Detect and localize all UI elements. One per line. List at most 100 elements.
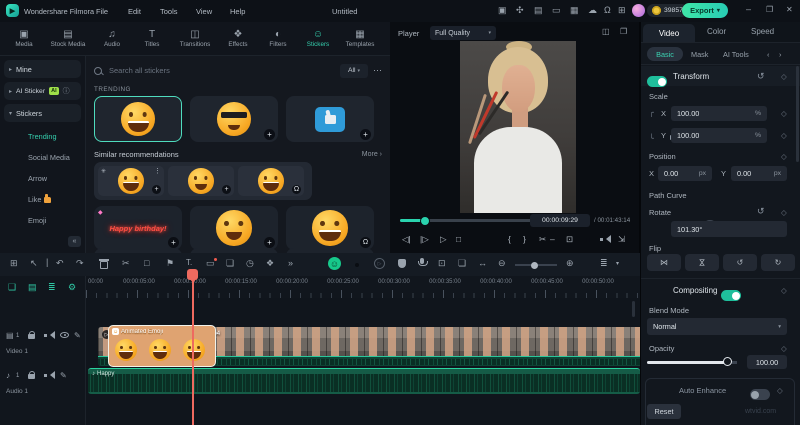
sticker-laugh-variant[interactable]: ✳ ⋮ + xyxy=(98,166,164,196)
clipboard-icon[interactable]: ❏ xyxy=(458,259,466,268)
auto-enhance-keyframe-icon[interactable]: ◇ xyxy=(777,386,783,395)
subtab-next-icon[interactable]: › xyxy=(779,50,781,59)
add-text-track-icon[interactable]: ▤ xyxy=(28,282,37,293)
position-x-input[interactable]: 0.00 px xyxy=(658,166,712,181)
plugin-icon[interactable]: ✣ xyxy=(516,6,524,15)
hide-track-icon[interactable] xyxy=(60,332,69,338)
sticker-thumbs-up[interactable]: + xyxy=(286,96,374,142)
sidebar-group-stickers[interactable]: ▾ Stickers xyxy=(4,104,81,122)
reset-button[interactable]: Reset xyxy=(647,404,681,419)
mark-in-button[interactable]: { xyxy=(508,234,511,244)
avatar[interactable] xyxy=(632,4,645,17)
voice-icon[interactable]: Ω xyxy=(360,237,371,248)
track-settings-icon[interactable]: ⚙ xyxy=(68,282,76,293)
sticker-smile-large[interactable]: + xyxy=(190,206,278,250)
sticker-happy-birthday[interactable]: ◆ Happy birthday! + xyxy=(94,206,182,250)
sidebar-item-arrow[interactable]: Arrow xyxy=(0,168,85,189)
stop-button[interactable]: □ xyxy=(456,234,461,244)
add-sticker-icon[interactable]: + xyxy=(222,185,231,194)
transform-toggle[interactable] xyxy=(647,76,667,87)
close-button[interactable]: ✕ xyxy=(786,6,793,14)
video-preview[interactable] xyxy=(460,41,576,213)
more-tools-icon[interactable]: » xyxy=(288,259,293,268)
tab-stickers[interactable]: ☺ Stickers xyxy=(298,29,338,48)
scale-x-keyframe-icon[interactable]: ◇ xyxy=(781,109,787,118)
track-height-icon[interactable]: ≣ xyxy=(600,259,608,268)
preview-render-icon[interactable]: ▷ xyxy=(374,258,385,269)
manage-tracks-icon[interactable]: ≣ xyxy=(48,282,56,293)
add-sticker-icon[interactable]: + xyxy=(168,237,179,248)
speed-ramp-icon[interactable]: ▭ xyxy=(206,258,216,268)
delete-icon[interactable] xyxy=(99,259,109,269)
compare-view-icon[interactable]: ◫ xyxy=(602,28,610,36)
sticker-smile[interactable]: + xyxy=(168,166,234,196)
subtab-ai-tools[interactable]: AI Tools xyxy=(723,50,749,59)
tab-audio[interactable]: ♫ Audio xyxy=(92,29,132,48)
export-button[interactable]: Export ▾ xyxy=(682,3,728,18)
add-sticker-icon[interactable]: + xyxy=(360,129,371,140)
screen-record-icon[interactable]: ⊡ xyxy=(438,259,446,268)
tab-media[interactable]: ▣ Media xyxy=(4,29,44,48)
add-sticker-icon[interactable]: + xyxy=(152,185,161,194)
transform-reset-icon[interactable]: ↺ xyxy=(757,71,765,82)
gift-icon[interactable]: ▣ xyxy=(498,6,507,15)
next-frame-button[interactable]: |▷ xyxy=(420,234,429,245)
properties-scrollbar[interactable] xyxy=(796,66,799,162)
undo-icon[interactable]: ↶ xyxy=(56,259,64,268)
mute-track-icon[interactable] xyxy=(44,331,55,339)
mute-track-icon[interactable] xyxy=(44,371,55,379)
rotate-ccw-button[interactable]: ↺ xyxy=(723,254,757,271)
voiceover-icon[interactable] xyxy=(417,258,428,266)
sidebar-group-mine[interactable]: ▸ Mine xyxy=(4,60,81,78)
minimize-button[interactable]: – xyxy=(746,5,751,14)
scale-y-input[interactable]: 100.00% xyxy=(671,128,767,143)
auto-enhance-toggle[interactable] xyxy=(749,389,770,400)
quick-text-icon[interactable]: T. xyxy=(186,259,192,267)
support-icon[interactable]: Ω xyxy=(604,6,611,15)
mark-out-button[interactable]: } xyxy=(523,234,526,244)
range-marker-icon[interactable]: ↔ xyxy=(478,259,487,268)
select-tool-icon[interactable]: ↖ xyxy=(30,259,38,268)
previous-frame-button[interactable]: ◁| xyxy=(402,234,411,245)
zoom-out-icon[interactable]: ⊖ xyxy=(498,259,506,268)
track-edit-icon[interactable]: ✎ xyxy=(74,331,81,340)
add-media-track-icon[interactable]: ❑ xyxy=(8,282,16,293)
play-button[interactable]: ▷ xyxy=(440,234,447,245)
compositing-keyframe-icon[interactable]: ◇ xyxy=(781,286,787,295)
redo-icon[interactable]: ↷ xyxy=(76,259,84,268)
cloud-icon[interactable]: ☁ xyxy=(588,6,597,15)
chevron-down-icon[interactable]: ▾ xyxy=(616,261,619,267)
opacity-keyframe-icon[interactable]: ◇ xyxy=(781,344,787,353)
opacity-input[interactable]: 100.00 xyxy=(747,355,787,369)
more-options-icon[interactable]: ⋯ xyxy=(373,66,382,75)
restore-button[interactable]: ❐ xyxy=(766,6,773,14)
render-preview-icon[interactable]: ⊡ xyxy=(566,234,573,245)
timeline-zoom-knob[interactable] xyxy=(531,261,538,269)
compositing-toggle[interactable] xyxy=(721,290,742,301)
rotate-cw-button[interactable]: ↻ xyxy=(761,254,795,271)
position-y-input[interactable]: 0.00 px xyxy=(731,166,787,181)
split-icon[interactable]: ✂ xyxy=(122,259,130,268)
tab-filters[interactable]: ◐ Filters xyxy=(258,29,298,48)
subtab-basic[interactable]: Basic xyxy=(647,47,683,61)
media-browser-icon[interactable]: ⊞ xyxy=(10,259,18,268)
scale-y-keyframe-icon[interactable]: ◇ xyxy=(781,131,787,140)
lock-track-icon[interactable] xyxy=(28,370,35,379)
zoom-in-icon[interactable]: ⊕ xyxy=(566,259,574,268)
sticker-laugh-voice[interactable]: Ω xyxy=(238,166,304,196)
add-sticker-icon[interactable]: + xyxy=(264,237,275,248)
rotate-reset-icon[interactable]: ↺ xyxy=(757,206,765,217)
sidebar-item-like[interactable]: Like xyxy=(0,189,85,210)
filter-dropdown[interactable]: All ▾ xyxy=(340,63,368,78)
menu-file[interactable]: File xyxy=(96,7,108,16)
tab-titles[interactable]: T Titles xyxy=(132,29,172,48)
copy-icon[interactable]: ❏ xyxy=(226,259,234,268)
tab-templates[interactable]: ▦ Templates xyxy=(338,29,382,48)
sidebar-item-social-media[interactable]: Social Media xyxy=(0,147,85,168)
scale-x-input[interactable]: 100.00% xyxy=(671,106,767,121)
device-icon[interactable]: ▭ xyxy=(552,6,561,15)
tab-video[interactable]: Video xyxy=(643,24,695,42)
safe-area-icon[interactable] xyxy=(398,259,406,268)
lock-track-icon[interactable] xyxy=(28,330,35,339)
sticker-sunglasses-emoji[interactable]: + xyxy=(190,96,278,142)
